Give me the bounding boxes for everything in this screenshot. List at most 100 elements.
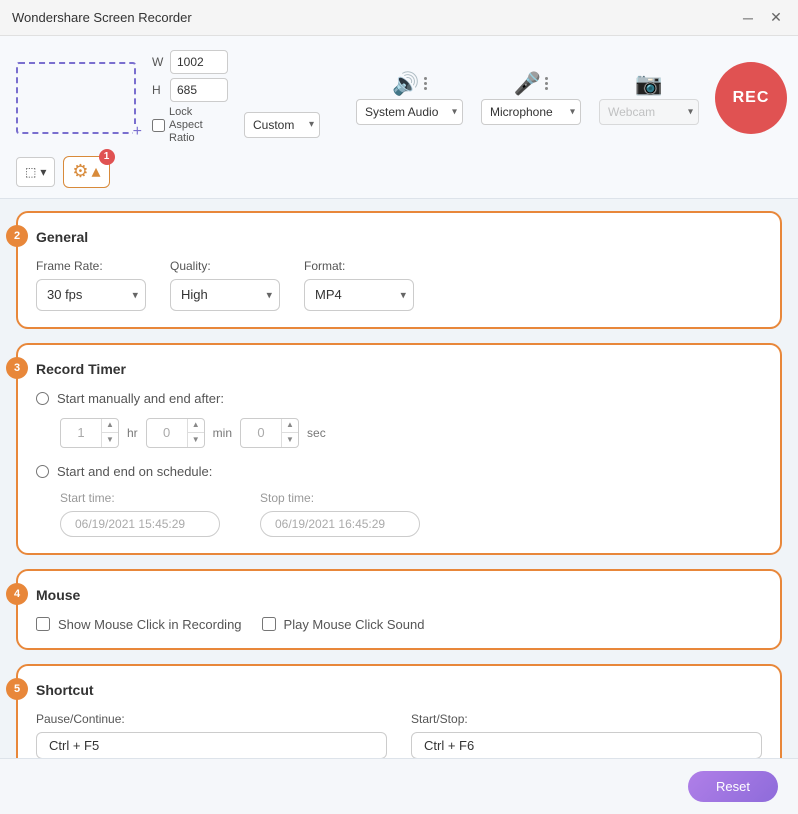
mouse-checkboxes: Show Mouse Click in Recording Play Mouse… — [36, 617, 762, 632]
screen-select-button[interactable]: ⬚ ▾ — [16, 157, 55, 187]
settings-button[interactable]: ⚙ ▴ 1 — [63, 156, 109, 188]
frame-rate-select-wrap[interactable]: 15 fps 30 fps 60 fps — [36, 279, 146, 311]
play-click-label: Play Mouse Click Sound — [284, 617, 425, 632]
min-arrows: ▲ ▼ — [187, 418, 204, 448]
webcam-select[interactable]: Webcam — [599, 99, 699, 125]
resolution-select[interactable]: Custom 1080p 720p — [244, 112, 320, 138]
pause-continue-col: Pause/Continue: — [36, 712, 387, 758]
start-stop-label: Start/Stop: — [411, 712, 762, 726]
resolution-select-wrap[interactable]: Custom 1080p 720p — [244, 112, 320, 138]
mouse-section: 4 Mouse Show Mouse Click in Recording Pl… — [16, 569, 782, 650]
mouse-section-number: 4 — [6, 583, 28, 605]
height-input[interactable] — [170, 78, 228, 102]
sec-down-arrow[interactable]: ▼ — [282, 433, 298, 448]
gear-icon: ⚙ — [72, 161, 88, 182]
webcam-item: 📷 Webcam — [599, 71, 699, 125]
hr-up-arrow[interactable]: ▲ — [102, 418, 118, 433]
close-button[interactable]: ✕ — [766, 8, 786, 28]
width-input[interactable] — [170, 50, 228, 74]
speaker-icon: 🔊 — [392, 71, 419, 97]
sec-up-arrow[interactable]: ▲ — [282, 418, 298, 433]
dimensions: W H — [152, 50, 228, 102]
record-timer-section-number: 3 — [6, 357, 28, 379]
quality-label: Quality: — [170, 259, 280, 273]
dimensions-panel: W H Lock Aspect Ratio — [152, 50, 228, 146]
pause-continue-label: Pause/Continue: — [36, 712, 387, 726]
quality-group: Quality: Low Medium High — [170, 259, 280, 311]
quality-select[interactable]: Low Medium High — [170, 279, 280, 311]
general-section: 2 General Frame Rate: 15 fps 30 fps 60 f… — [16, 211, 782, 329]
format-select-wrap[interactable]: MP4 AVI MOV — [304, 279, 414, 311]
min-spinner: ▲ ▼ — [146, 418, 205, 448]
stop-time-input[interactable] — [260, 511, 420, 537]
sec-input[interactable] — [241, 425, 281, 440]
title-bar-controls: ─ ✕ — [738, 8, 786, 28]
system-audio-dots — [424, 77, 427, 90]
rec-button[interactable]: REC — [715, 62, 787, 134]
mouse-section-title: Mouse — [36, 587, 762, 603]
lock-aspect-row: Lock Aspect Ratio — [152, 106, 228, 146]
show-click-checkbox[interactable] — [36, 617, 50, 631]
screen-icon: ⬚ — [25, 165, 36, 179]
hr-down-arrow[interactable]: ▼ — [102, 433, 118, 448]
top-row1: W H Lock Aspect Ratio Custom 1080p 720p — [16, 50, 782, 146]
play-click-checkbox[interactable] — [262, 617, 276, 631]
height-label: H — [152, 83, 166, 97]
webcam-select-wrap[interactable]: Webcam — [599, 99, 699, 125]
start-time-col: Start time: — [60, 491, 220, 537]
manual-end-row: Start manually and end after: — [36, 391, 762, 406]
system-audio-select-wrap[interactable]: System Audio — [356, 99, 463, 125]
quality-select-wrap[interactable]: Low Medium High — [170, 279, 280, 311]
toolbar-row: ⬚ ▾ ⚙ ▴ 1 — [16, 156, 782, 188]
microphone-dots — [545, 77, 548, 90]
system-audio-item: 🔊 System Audio — [356, 71, 463, 125]
hr-input[interactable] — [61, 425, 101, 440]
manual-end-radio[interactable] — [36, 392, 49, 405]
shortcut-fields-row: Pause/Continue: Start/Stop: — [36, 712, 762, 758]
width-row: W — [152, 50, 228, 74]
main-content: 2 General Frame Rate: 15 fps 30 fps 60 f… — [0, 199, 798, 758]
title-bar-left: Wondershare Screen Recorder — [12, 10, 192, 25]
pause-continue-input[interactable] — [36, 732, 387, 758]
start-time-label: Start time: — [60, 491, 220, 505]
frame-rate-group: Frame Rate: 15 fps 30 fps 60 fps — [36, 259, 146, 311]
lock-aspect-label: Lock Aspect Ratio — [169, 106, 228, 146]
hr-unit: hr — [127, 426, 138, 440]
format-select[interactable]: MP4 AVI MOV — [304, 279, 414, 311]
settings-chevron-icon: ▴ — [92, 161, 101, 182]
min-up-arrow[interactable]: ▲ — [188, 418, 204, 433]
microphone-item: 🎤 Microphone — [481, 71, 581, 125]
settings-badge: 1 — [99, 149, 115, 165]
reset-button[interactable]: Reset — [688, 771, 778, 802]
minimize-button[interactable]: ─ — [738, 8, 758, 28]
height-row: H — [152, 78, 228, 102]
general-section-title: General — [36, 229, 762, 245]
min-unit: min — [213, 426, 232, 440]
stop-time-col: Stop time: — [260, 491, 420, 537]
start-stop-col: Start/Stop: — [411, 712, 762, 758]
microphone-select[interactable]: Microphone — [481, 99, 581, 125]
general-fields-row: Frame Rate: 15 fps 30 fps 60 fps Quality… — [36, 259, 762, 311]
play-click-row: Play Mouse Click Sound — [262, 617, 425, 632]
start-time-input[interactable] — [60, 511, 220, 537]
timer-inputs: ▲ ▼ hr ▲ ▼ min ▲ ▼ sec — [60, 418, 762, 448]
schedule-radio[interactable] — [36, 465, 49, 478]
record-timer-section-title: Record Timer — [36, 361, 762, 377]
stop-time-label: Stop time: — [260, 491, 420, 505]
manual-end-label: Start manually and end after: — [57, 391, 224, 406]
sec-spinner: ▲ ▼ — [240, 418, 299, 448]
min-input[interactable] — [147, 425, 187, 440]
format-label: Format: — [304, 259, 414, 273]
system-audio-select[interactable]: System Audio — [356, 99, 463, 125]
frame-rate-label: Frame Rate: — [36, 259, 146, 273]
min-down-arrow[interactable]: ▼ — [188, 433, 204, 448]
show-click-row: Show Mouse Click in Recording — [36, 617, 242, 632]
microphone-select-wrap[interactable]: Microphone — [481, 99, 581, 125]
screen-preview[interactable] — [16, 62, 136, 134]
shortcut-section-title: Shortcut — [36, 682, 762, 698]
hr-spinner: ▲ ▼ — [60, 418, 119, 448]
lock-aspect-checkbox[interactable] — [152, 119, 165, 132]
start-stop-input[interactable] — [411, 732, 762, 758]
frame-rate-select[interactable]: 15 fps 30 fps 60 fps — [36, 279, 146, 311]
hr-arrows: ▲ ▼ — [101, 418, 118, 448]
